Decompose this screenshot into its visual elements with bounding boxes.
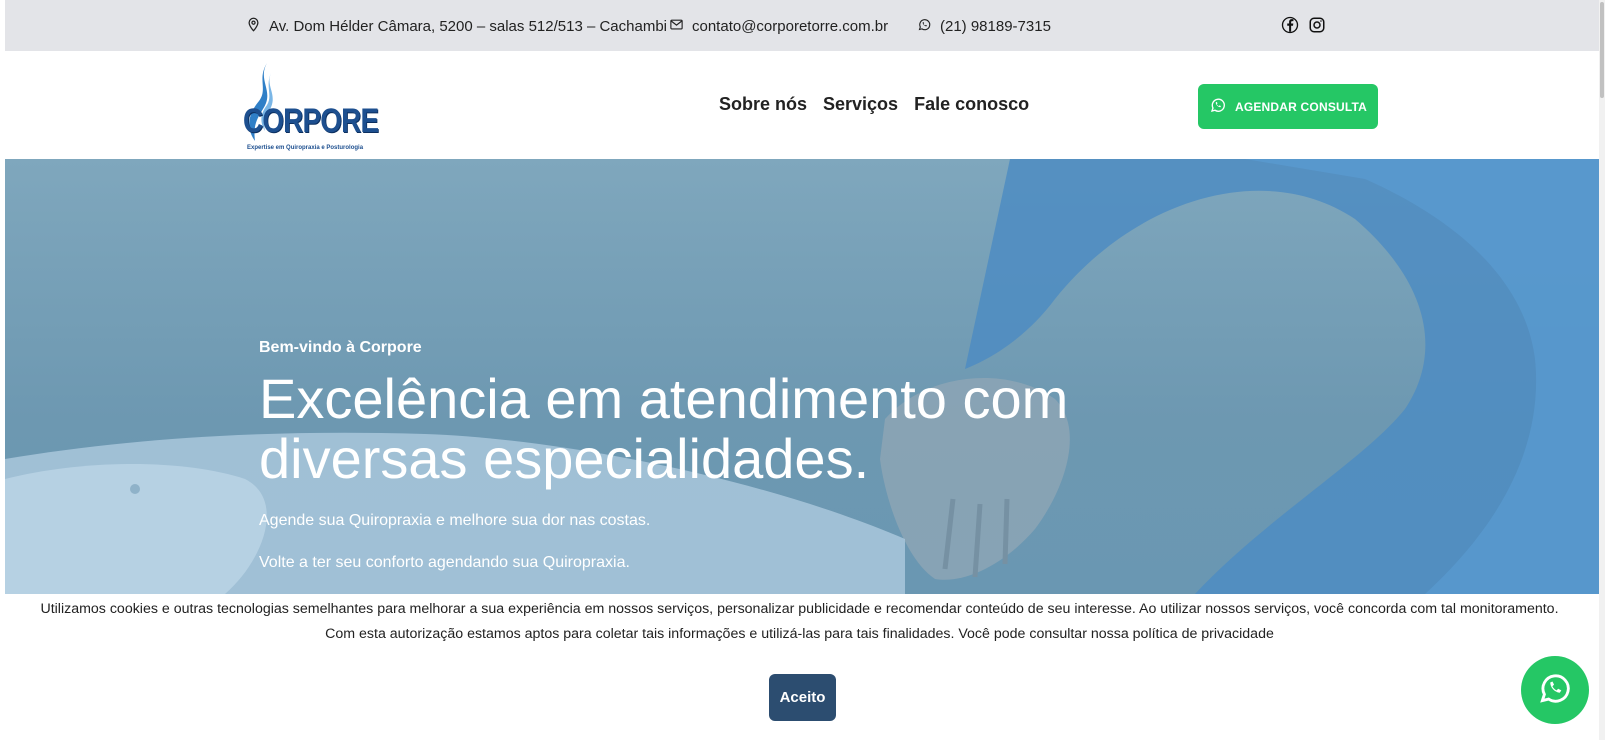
logo-wordmark: CORPORE [243, 102, 379, 140]
phone-info[interactable]: (21) 98189-7315 [917, 17, 1051, 36]
main-nav: Sobre nós Serviços Fale conosco [719, 94, 1029, 115]
hero-subtitle-1: Agende sua Quiropraxia e melhore sua dor… [259, 512, 651, 529]
nav-sobre-nos[interactable]: Sobre nós [719, 94, 807, 115]
hero-title: Excelência em atendimento com diversas e… [259, 369, 1159, 489]
address-info: Av. Dom Hélder Câmara, 5200 – salas 512/… [246, 17, 667, 36]
corpore-logo[interactable]: CORPORE Expertise em Quiropraxia e Postu… [235, 61, 379, 153]
whatsapp-icon [1209, 96, 1227, 117]
location-pin-icon [246, 17, 261, 36]
whatsapp-icon [1536, 669, 1574, 712]
cookie-text-line-2: Com esta autorização estamos aptos para … [325, 626, 1274, 642]
facebook-icon[interactable] [1281, 16, 1299, 34]
nav-servicos[interactable]: Serviços [823, 94, 898, 115]
site-header: CORPORE Expertise em Quiropraxia e Postu… [5, 51, 1599, 159]
accept-cookies-button[interactable]: Aceito [769, 674, 836, 721]
logo-tagline: Expertise em Quiropraxia e Posturologia [247, 145, 364, 151]
social-links [1281, 16, 1326, 34]
scrollbar-thumb[interactable] [1600, 2, 1604, 98]
address-text: Av. Dom Hélder Câmara, 5200 – salas 512/… [269, 18, 667, 35]
whatsapp-icon [917, 17, 932, 36]
hero-title-line-2: diversas especialidades. [259, 427, 870, 490]
floating-whatsapp-button[interactable] [1521, 656, 1589, 724]
hero-section: Bem-vindo à Corpore Excelência em atendi… [5, 159, 1599, 594]
agendar-consulta-button[interactable]: AGENDAR CONSULTA [1198, 84, 1378, 129]
hero-subtitle-2: Volte a ter seu conforto agendando sua Q… [259, 554, 630, 571]
nav-fale-conosco[interactable]: Fale conosco [914, 94, 1029, 115]
hero-kicker: Bem-vindo à Corpore [259, 339, 422, 356]
email-link[interactable]: contato@corporetorre.com.br [692, 18, 888, 35]
cookie-text-line-1: Utilizamos cookies e outras tecnologias … [40, 601, 1559, 617]
page: Av. Dom Hélder Câmara, 5200 – salas 512/… [0, 0, 1605, 740]
cta-label: AGENDAR CONSULTA [1234, 99, 1368, 114]
page-scrollbar[interactable] [1599, 0, 1605, 740]
instagram-icon[interactable] [1308, 16, 1326, 34]
top-info-bar: Av. Dom Hélder Câmara, 5200 – salas 512/… [5, 0, 1599, 51]
hero-title-line-1: Excelência em atendimento com [259, 367, 1069, 430]
phone-link[interactable]: (21) 98189-7315 [940, 18, 1051, 35]
mail-icon [669, 17, 684, 36]
email-info[interactable]: contato@corporetorre.com.br [669, 17, 888, 36]
cookie-banner: Utilizamos cookies e outras tecnologias … [0, 594, 1599, 740]
